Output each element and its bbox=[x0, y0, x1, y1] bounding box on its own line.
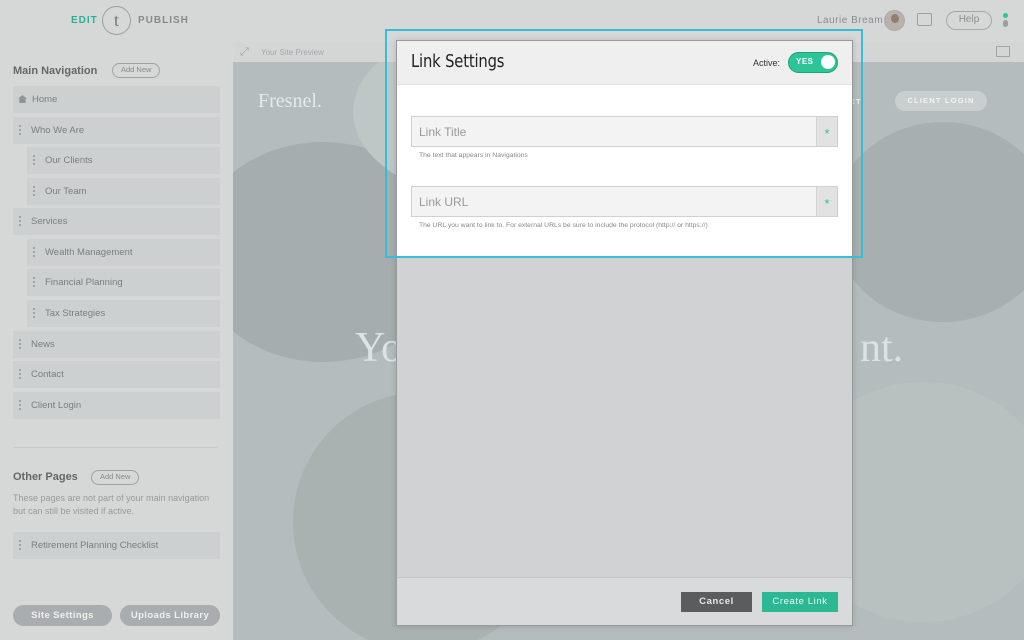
sidebar-item-retirement-checklist[interactable]: Retirement Planning Checklist bbox=[13, 532, 220, 559]
sidebar-item-label: Wealth Management bbox=[45, 247, 133, 258]
sidebar-item-label: Our Clients bbox=[45, 155, 93, 166]
status-bar-icon bbox=[1003, 20, 1008, 27]
user-name[interactable]: Laurie Bream bbox=[817, 15, 883, 26]
sidebar-item-wealth-management[interactable]: Wealth Management bbox=[27, 239, 220, 266]
main-nav-title: Main Navigation bbox=[13, 65, 98, 77]
sidebar-divider bbox=[13, 447, 217, 448]
sidebar-item-contact[interactable]: Contact bbox=[13, 361, 220, 388]
sidebar-item-label: Client Login bbox=[31, 400, 82, 411]
help-button[interactable]: Help bbox=[946, 11, 992, 30]
sidebar-item-label: Who We Are bbox=[31, 125, 85, 136]
sidebar-item-who-we-are[interactable]: Who We Are bbox=[13, 117, 220, 144]
create-link-button[interactable]: Create Link bbox=[762, 592, 838, 612]
drag-handle-icon[interactable] bbox=[33, 308, 35, 319]
drag-handle-icon[interactable] bbox=[33, 186, 35, 197]
home-icon bbox=[18, 95, 27, 103]
sidebar: Main Navigation Add New Home Who We Are … bbox=[0, 42, 233, 640]
other-pages-add-button[interactable]: Add New bbox=[91, 470, 140, 485]
publish-tab[interactable]: PUBLISH bbox=[138, 15, 189, 26]
modal-footer: Cancel Create Link bbox=[397, 577, 852, 625]
site-client-login-button: CLIENT LOGIN bbox=[895, 91, 987, 111]
sidebar-item-services[interactable]: Services bbox=[13, 208, 220, 235]
sidebar-item-label: Retirement Planning Checklist bbox=[31, 540, 159, 551]
edit-mode-tab[interactable]: EDIT bbox=[71, 15, 98, 26]
sidebar-item-label: News bbox=[31, 339, 55, 350]
drag-handle-icon[interactable] bbox=[19, 540, 21, 551]
drag-handle-icon[interactable] bbox=[19, 216, 21, 227]
sidebar-item-tax-strategies[interactable]: Tax Strategies bbox=[27, 300, 220, 327]
drag-handle-icon[interactable] bbox=[33, 277, 35, 288]
hero-headline-right: nt. bbox=[860, 325, 904, 371]
sidebar-item-news[interactable]: News bbox=[13, 331, 220, 358]
other-pages-title: Other Pages bbox=[13, 471, 78, 483]
fullscreen-icon[interactable] bbox=[996, 46, 1010, 57]
status-dot-icon bbox=[1003, 13, 1008, 18]
preview-label: Your Site Preview bbox=[261, 48, 324, 57]
sidebar-item-home[interactable]: Home bbox=[13, 86, 220, 113]
drag-handle-icon[interactable] bbox=[19, 125, 21, 136]
uploads-library-button[interactable]: Uploads Library bbox=[120, 605, 220, 626]
focus-highlight bbox=[385, 29, 863, 258]
drag-handle-icon[interactable] bbox=[33, 247, 35, 258]
chat-icon[interactable] bbox=[917, 13, 932, 26]
sidebar-item-our-team[interactable]: Our Team bbox=[27, 178, 220, 205]
sidebar-item-label: Home bbox=[32, 94, 58, 105]
app-logo[interactable]: t bbox=[102, 6, 131, 35]
drag-handle-icon[interactable] bbox=[19, 369, 21, 380]
sidebar-item-client-login[interactable]: Client Login bbox=[13, 392, 220, 419]
avatar-head-icon bbox=[891, 14, 899, 23]
sidebar-item-label: Financial Planning bbox=[45, 277, 123, 288]
sidebar-item-label: Our Team bbox=[45, 186, 87, 197]
avatar[interactable] bbox=[884, 10, 905, 31]
sidebar-item-label: Services bbox=[31, 216, 68, 227]
drag-handle-icon[interactable] bbox=[19, 339, 21, 350]
other-pages-description: These pages are not part of your main na… bbox=[13, 493, 210, 516]
site-settings-button[interactable]: Site Settings bbox=[13, 605, 112, 626]
cancel-button[interactable]: Cancel bbox=[681, 592, 752, 612]
sidebar-item-label: Contact bbox=[31, 369, 64, 380]
drag-handle-icon[interactable] bbox=[33, 155, 35, 166]
drag-handle-icon[interactable] bbox=[19, 400, 21, 411]
main-nav-add-button[interactable]: Add New bbox=[112, 63, 161, 78]
sidebar-item-label: Tax Strategies bbox=[45, 308, 106, 319]
sidebar-item-our-clients[interactable]: Our Clients bbox=[27, 147, 220, 174]
expand-icon[interactable]: ⤢ bbox=[240, 46, 249, 59]
site-brand-logo: Fresnel. bbox=[258, 90, 322, 112]
sidebar-item-financial-planning[interactable]: Financial Planning bbox=[27, 269, 220, 296]
